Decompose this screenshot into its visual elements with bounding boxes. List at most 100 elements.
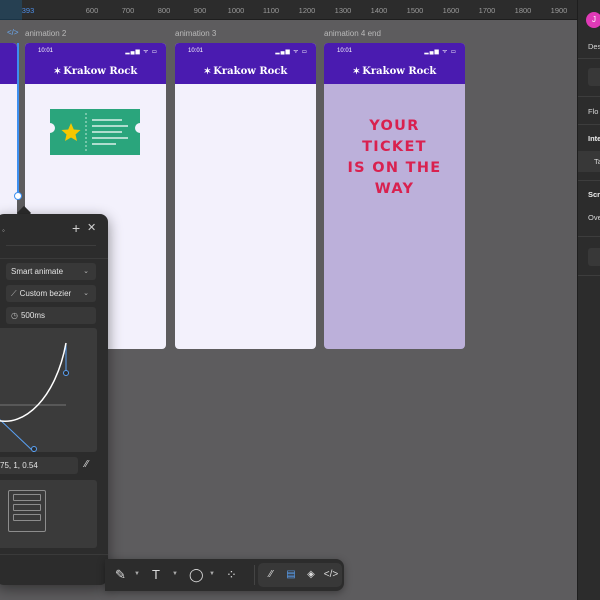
brand-logo: ✶ Krakow Rock [25,66,166,77]
divider [0,554,108,555]
message-line: IS ON THE [347,160,442,176]
easing-dropdown[interactable]: ⟋ Custom bezier ⌄ [6,285,96,302]
frame-animation-3[interactable]: 10:01 ▂▄▆ ᯤ ▭ ✶ Krakow Rock [175,43,316,349]
ruler-tick: 1700 [478,6,496,15]
toolbar-divider [254,565,255,585]
ruler-tick: 1600 [442,6,460,15]
bezier-values: 75, 1, 0.54 [0,461,38,470]
status-icons: ▂▄▆ ᯤ ▭ [275,49,308,55]
tab-design[interactable]: Des [588,42,600,51]
app-header: 10:01 ▂▄▆ ᯤ ▭ ✶ Krakow Rock [25,43,166,84]
ruler-tick: 1400 [370,6,388,15]
burst-icon: ✶ [53,67,62,77]
ruler-tick: 1800 [514,6,532,15]
interaction-trigger-icon[interactable]: ◦ [2,226,5,235]
duration-field[interactable]: ◷ 500ms [6,307,96,324]
divider [578,275,600,276]
top-ruler: 393 600 700 800 900 1000 1100 1200 1300 … [0,0,577,20]
app-header: 10:01 ▂▄▆ ᯤ ▭ ✶ Krakow Rock [324,43,465,84]
panel-header: ◦ + ✕ [0,214,108,244]
ruler-active-value: 393 [21,6,35,15]
ruler-tick: 1900 [550,6,568,15]
app-header [0,43,17,84]
code-frame-icon: </> [7,28,19,37]
message-line: YOUR [369,118,420,134]
chevron-down-icon: ⌄ [83,290,89,297]
preview-row [13,514,41,521]
status-time: 10:01 [188,48,204,54]
pen-tool-icon[interactable]: ✎ [115,567,126,583]
divider [578,180,600,181]
prototype-mode-icon[interactable]: ▤ [282,567,300,583]
frame-label-animation-3[interactable]: animation 3 [175,29,216,38]
properties-panel: J Des Flo Inte Ta Scr Ove [577,0,600,600]
design-canvas[interactable]: 393 600 700 800 900 1000 1100 1200 1300 … [0,0,577,600]
duration-value: 500ms [20,311,45,320]
timer-icon: ◷ [11,311,18,320]
preview-row [13,494,41,501]
status-time: 10:01 [337,48,353,54]
animation-type-value: Smart animate [11,267,64,276]
interaction-row-label: Ta [594,157,600,166]
bezier-values-input[interactable]: 75, 1, 0.54 [0,457,78,474]
bezier-curve-editor[interactable] [0,328,97,453]
status-time: 10:01 [38,48,54,54]
chevron-down-icon[interactable]: ▼ [172,571,178,577]
ruler-tick: 700 [121,6,135,15]
panel-field[interactable] [588,248,600,266]
mode-toggle-group: ⁄⁄ ▤ ◈ </> [258,563,342,587]
frame-animation-4-end[interactable]: 10:01 ▂▄▆ ᯤ ▭ ✶ Krakow Rock YOUR TICKET I… [324,43,465,349]
frame-label-animation-4-end[interactable]: animation 4 end [324,29,381,38]
ruler-tick: 1300 [334,6,352,15]
preview-frame [8,490,46,532]
animation-type-dropdown[interactable]: Smart animate ⌄ [6,263,96,280]
connection-handle[interactable] [14,192,22,200]
burst-icon: ✶ [203,67,212,77]
brand-name: Krakow Rock [362,66,437,77]
ticket-icon [50,109,140,155]
inspect-mode-icon[interactable]: ◈ [302,567,320,583]
comment-tool-icon[interactable]: ◯ [189,567,204,583]
overflow-label: Ove [588,213,600,222]
chevron-down-icon: ⌄ [83,268,89,275]
ruler-selection-range [0,0,22,20]
divider [6,245,96,246]
presets-icon[interactable]: ⁄⁄ [85,459,88,470]
chevron-down-icon[interactable]: ▼ [209,571,215,577]
brand-logo: ✶ Krakow Rock [175,66,316,77]
text-tool-icon[interactable]: T [152,567,160,582]
frame-label-animation-2[interactable]: animation 2 [25,29,66,38]
add-icon[interactable]: + [72,220,80,236]
ruler-tick: 800 [157,6,171,15]
close-icon[interactable]: ✕ [87,221,96,234]
animation-preview [0,480,97,548]
prototype-connection-line [17,43,19,197]
ruler-tick: 1100 [262,6,280,15]
brand-logo: ✶ Krakow Rock [324,66,465,77]
message-line: TICKET [362,139,427,155]
panel-field[interactable] [588,68,600,86]
chevron-down-icon[interactable]: ▼ [134,571,140,577]
design-mode-icon[interactable]: ⁄⁄ [262,567,280,583]
easing-value: Custom bezier [19,289,72,298]
dev-mode-icon[interactable]: </> [322,567,340,583]
divider [578,96,600,97]
ruler-tick: 1200 [298,6,316,15]
components-icon[interactable]: ⁘ [226,567,237,583]
divider [578,58,600,59]
brand-name: Krakow Rock [213,66,288,77]
status-icons: ▂▄▆ ᯤ ▭ [424,49,457,55]
scroll-section: Scr [588,190,600,199]
app-header: 10:01 ▂▄▆ ᯤ ▭ ✶ Krakow Rock [175,43,316,84]
bezier-curve-graph [0,342,69,453]
ruler-tick: 900 [193,6,207,15]
burst-icon: ✶ [352,67,361,77]
message-line: WAY [374,181,415,197]
brand-name: Krakow Rock [63,66,138,77]
bottom-toolbar: ✎ ▼ T ▼ ◯ ▼ ⁘ ⁄⁄ ▤ ◈ </> [105,559,344,591]
status-icons: ▂▄▆ ᯤ ▭ [125,49,158,55]
avatar[interactable]: J [586,12,600,28]
divider [578,124,600,125]
ruler-tick: 1000 [227,6,245,15]
divider [578,236,600,237]
